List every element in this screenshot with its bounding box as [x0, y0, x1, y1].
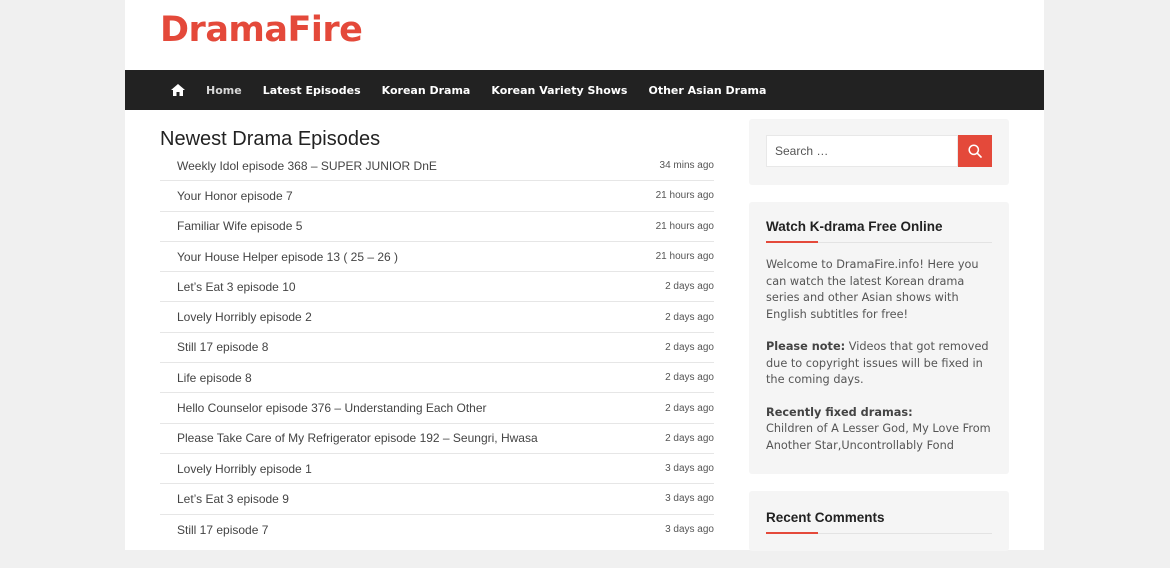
episode-row: Your Honor episode 7 21 hours ago — [160, 181, 714, 212]
widget-title: Watch K-drama Free Online — [766, 219, 992, 243]
fixed-dramas-list: Children of A Lesser God, My Love From A… — [766, 422, 991, 452]
episode-row: Lovely Horribly episode 2 2 days ago — [160, 302, 714, 333]
episode-link[interactable]: Your Honor episode 7 — [177, 189, 293, 203]
episode-link[interactable]: Familiar Wife episode 5 — [177, 219, 302, 233]
episode-link[interactable]: Still 17 episode 8 — [177, 340, 268, 354]
nav-item-other-asian-drama[interactable]: Other Asian Drama — [648, 84, 766, 97]
home-icon[interactable] — [171, 84, 185, 97]
episode-row: Your House Helper episode 13 ( 25 – 26 )… — [160, 242, 714, 273]
episode-row: Let’s Eat 3 episode 10 2 days ago — [160, 272, 714, 303]
episode-row: Familiar Wife episode 5 21 hours ago — [160, 212, 714, 242]
episode-time: 3 days ago — [665, 463, 714, 475]
nav-item-latest-episodes[interactable]: Latest Episodes — [263, 84, 361, 97]
episode-time: 2 days ago — [665, 402, 714, 414]
search-widget — [749, 119, 1009, 185]
note-label: Please note: — [766, 340, 846, 353]
fixed-dramas-label: Recently fixed dramas: — [766, 405, 913, 419]
episode-list: Weekly Idol episode 368 – SUPER JUNIOR D… — [160, 151, 714, 545]
nav-item-korean-variety-shows[interactable]: Korean Variety Shows — [491, 84, 627, 97]
main-content: Newest Drama Episodes Weekly Idol episod… — [160, 128, 714, 545]
episode-row: Hello Counselor episode 376 – Understand… — [160, 393, 714, 424]
episode-row: Lovely Horribly episode 1 3 days ago — [160, 454, 714, 485]
episode-time: 21 hours ago — [655, 220, 714, 232]
episode-time: 21 hours ago — [655, 251, 714, 263]
episode-link[interactable]: Still 17 episode 7 — [177, 523, 268, 537]
episode-row: Still 17 episode 7 3 days ago — [160, 515, 714, 545]
episode-time: 3 days ago — [665, 493, 714, 505]
widget-title: Recent Comments — [766, 510, 992, 534]
episode-row: Let’s Eat 3 episode 9 3 days ago — [160, 484, 714, 515]
episode-time: 21 hours ago — [655, 190, 714, 202]
episode-link[interactable]: Please Take Care of My Refrigerator epis… — [177, 431, 538, 445]
fixed-dramas-text: Recently fixed dramas: Children of A Less… — [766, 405, 992, 455]
search-form — [766, 135, 992, 167]
episode-time: 2 days ago — [665, 341, 714, 353]
note-text: Please note: Videos that got removed due… — [766, 339, 992, 389]
info-widget: Watch K-drama Free Online Welcome to Dra… — [749, 202, 1009, 474]
episode-row: Weekly Idol episode 368 – SUPER JUNIOR D… — [160, 151, 714, 182]
episode-link[interactable]: Your House Helper episode 13 ( 25 – 26 ) — [177, 250, 398, 264]
nav-item-home[interactable]: Home — [206, 84, 242, 97]
search-button[interactable] — [958, 135, 992, 167]
episode-time: 2 days ago — [665, 281, 714, 293]
nav-item-korean-drama[interactable]: Korean Drama — [382, 84, 471, 97]
episode-row: Life episode 8 2 days ago — [160, 363, 714, 394]
episode-link[interactable]: Lovely Horribly episode 2 — [177, 310, 312, 324]
welcome-text: Welcome to DramaFire.info! Here you can … — [766, 258, 979, 321]
main-navigation: Home Latest Episodes Korean Drama Korean… — [125, 70, 1044, 110]
episode-time: 2 days ago — [665, 372, 714, 384]
search-input[interactable] — [766, 135, 958, 167]
episode-row: Still 17 episode 8 2 days ago — [160, 333, 714, 364]
page-container: DramaFire Home Latest Episodes Korean Dr… — [125, 0, 1044, 551]
site-logo[interactable]: DramaFire — [160, 10, 363, 50]
sidebar: Watch K-drama Free Online Welcome to Dra… — [749, 119, 1009, 568]
episode-link[interactable]: Lovely Horribly episode 1 — [177, 462, 312, 476]
episode-time: 2 days ago — [665, 432, 714, 444]
episode-link[interactable]: Let’s Eat 3 episode 9 — [177, 492, 289, 506]
episode-time: 34 mins ago — [659, 160, 714, 172]
episode-link[interactable]: Let’s Eat 3 episode 10 — [177, 280, 296, 294]
search-icon — [968, 144, 982, 158]
page-title: Newest Drama Episodes — [160, 128, 381, 150]
episode-time: 2 days ago — [665, 311, 714, 323]
episode-link[interactable]: Life episode 8 — [177, 371, 252, 385]
episode-row: Please Take Care of My Refrigerator epis… — [160, 424, 714, 454]
episode-time: 3 days ago — [665, 524, 714, 536]
episode-link[interactable]: Weekly Idol episode 368 – SUPER JUNIOR D… — [177, 159, 437, 173]
recent-comments-widget: Recent Comments — [749, 491, 1009, 551]
episode-link[interactable]: Hello Counselor episode 376 – Understand… — [177, 401, 487, 415]
